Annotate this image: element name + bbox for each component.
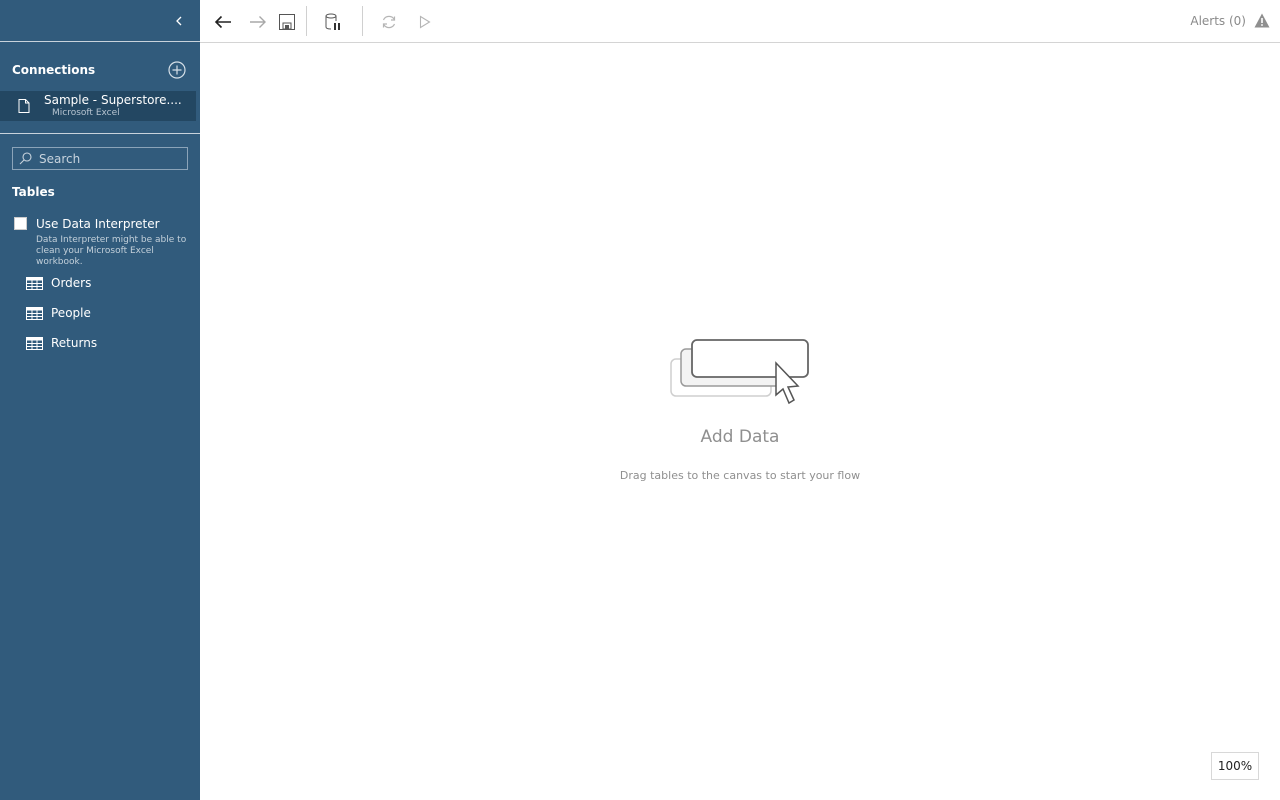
arrow-right-icon	[250, 16, 266, 28]
undo-button[interactable]	[212, 11, 234, 33]
run-flow-button[interactable]	[414, 11, 436, 33]
connections-header: Connections	[12, 61, 188, 80]
save-icon	[279, 14, 295, 30]
alerts-label: Alerts (0)	[1190, 13, 1246, 28]
sidebar: Connections Sample - Superstore.... Micr…	[0, 0, 200, 800]
toolbar-separator	[306, 6, 307, 36]
pause-data-updates-button[interactable]	[322, 11, 344, 33]
file-icon	[18, 99, 30, 113]
connection-type: Microsoft Excel	[52, 108, 120, 118]
refresh-icon	[382, 15, 396, 29]
warning-icon	[1254, 13, 1270, 28]
table-icon	[26, 306, 43, 320]
add-data-subtitle: Drag tables to the canvas to start your …	[619, 469, 861, 482]
tables-title: Tables	[12, 185, 55, 199]
collapse-sidebar-icon[interactable]	[172, 13, 186, 29]
alerts-button[interactable]: Alerts (0)	[1190, 13, 1270, 28]
refresh-button[interactable]	[378, 11, 400, 33]
redo-button[interactable]	[247, 11, 269, 33]
data-interpreter-label[interactable]: Use Data Interpreter	[36, 217, 160, 231]
sidebar-divider	[0, 133, 200, 134]
table-icon	[26, 336, 43, 350]
connection-name: Sample - Superstore....	[44, 93, 182, 107]
play-icon	[419, 15, 431, 29]
save-button[interactable]	[276, 11, 298, 33]
toolbar-separator	[362, 6, 363, 36]
add-data-illustration	[670, 339, 809, 405]
table-name: People	[51, 306, 91, 320]
add-data-title: Add Data	[700, 427, 780, 447]
connections-title: Connections	[12, 63, 96, 77]
table-item-orders[interactable]: Orders	[26, 273, 186, 293]
toolbar: Alerts (0)	[200, 0, 1280, 43]
flow-canvas[interactable]: Add Data Drag tables to the canvas to st…	[200, 43, 1280, 800]
search-icon	[19, 152, 32, 165]
database-pause-icon	[325, 13, 340, 30]
data-interpreter-description: Data Interpreter might be able to clean …	[36, 235, 187, 267]
table-name: Orders	[51, 276, 92, 290]
search-box[interactable]	[12, 147, 188, 170]
arrow-left-icon	[214, 15, 231, 29]
add-connection-icon[interactable]	[168, 61, 186, 79]
table-item-people[interactable]: People	[26, 303, 186, 323]
table-icon	[26, 276, 43, 290]
search-input[interactable]	[39, 151, 179, 166]
sidebar-header	[0, 0, 200, 42]
zoom-level-button[interactable]: 100%	[1211, 752, 1259, 780]
connection-item[interactable]: Sample - Superstore.... Microsoft Excel	[0, 91, 196, 121]
data-interpreter-checkbox[interactable]	[14, 217, 27, 230]
table-item-returns[interactable]: Returns	[26, 333, 186, 353]
table-name: Returns	[51, 336, 98, 350]
